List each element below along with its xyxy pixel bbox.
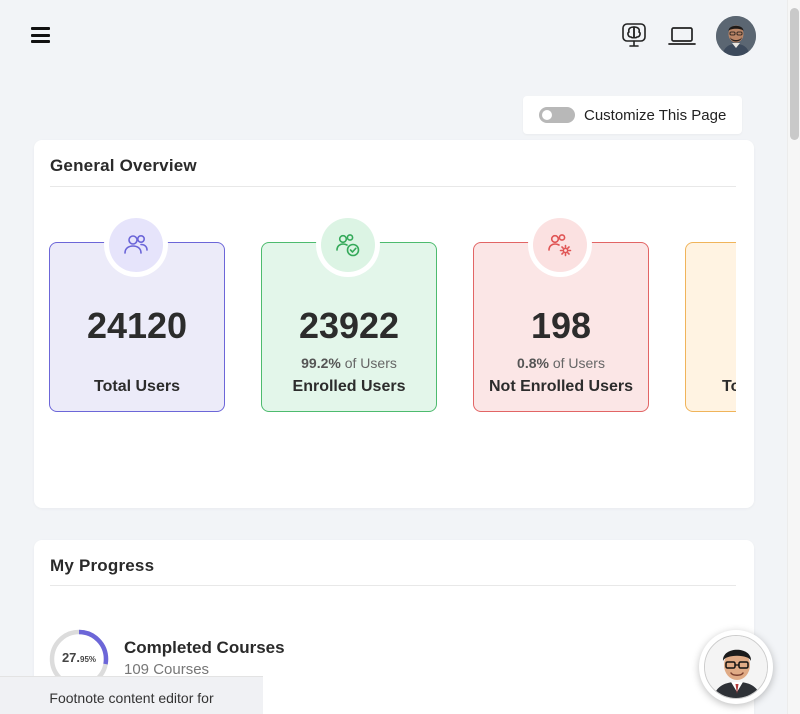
stat-card-not-enrolled-users[interactable]: 198 0.8% of Users Not Enrolled Users [473,213,649,412]
users-gear-icon [548,234,572,257]
my-progress-title: My Progress [50,556,155,575]
top-bar [0,0,787,70]
progress-percent-small: 95% [80,655,97,664]
assistant-avatar [704,635,768,699]
customize-page-control[interactable]: Customize This Page [523,96,742,134]
users-icon [124,235,148,254]
stat-icon-bg [321,218,375,272]
stat-label: Not Enrolled Users [488,378,634,395]
stat-subtext: 0.8% of Users [474,355,648,371]
divider [50,585,736,586]
customize-toggle[interactable] [539,107,575,123]
stat-label: Enrolled Users [292,378,406,395]
stat-icon-ring [104,213,168,277]
stat-card-partial[interactable]: To [685,242,736,412]
progress-percent-main: 27. [61,650,81,665]
stats-carousel[interactable]: 24120 Total Users 23922 99.2% of Users E… [48,210,736,420]
stat-icon-bg [109,218,163,272]
hamburger-icon[interactable] [31,27,50,43]
stat-percent: 0.8% [517,355,549,371]
brain-monitor-icon[interactable] [619,20,649,50]
stat-sub-suffix: of Users [548,355,605,371]
stat-label: Total Users [94,378,180,395]
stat-percent: 99.2% [301,355,341,371]
stat-subtext: 99.2% of Users [262,355,436,371]
progress-percent: 27.95% [48,650,110,665]
users-check-icon [336,234,360,257]
stat-icon-ring [528,213,592,277]
divider [50,186,736,187]
user-avatar[interactable] [716,16,756,56]
stat-card-total-users[interactable]: 24120 Total Users [49,213,225,412]
general-overview-card: General Overview 24120 Total Users 23922… [34,140,754,508]
stat-icon-bg [533,218,587,272]
page-scrollbar[interactable] [787,0,800,714]
stat-value: 24120 [86,305,188,346]
footnote-line-1: Footnote content editor for [49,690,214,706]
stat-card-enrolled-users[interactable]: 23922 99.2% of Users Enrolled Users [261,213,437,412]
toggle-knob [542,110,552,120]
stat-value: 23922 [298,305,400,346]
stat-icon-ring [316,213,380,277]
laptop-icon[interactable] [667,20,697,50]
progress-title: Completed Courses [124,638,285,657]
stat-label: To [722,378,736,395]
assistant-chat-button[interactable] [699,630,773,704]
stat-value: 198 [530,305,592,346]
customize-label: Customize This Page [584,106,727,124]
scrollbar-thumb[interactable] [790,8,799,140]
stat-sub-suffix: of Users [340,355,397,371]
footnote-editor-panel[interactable]: Footnote content editor for [0,676,263,714]
general-overview-title: General Overview [50,156,197,175]
